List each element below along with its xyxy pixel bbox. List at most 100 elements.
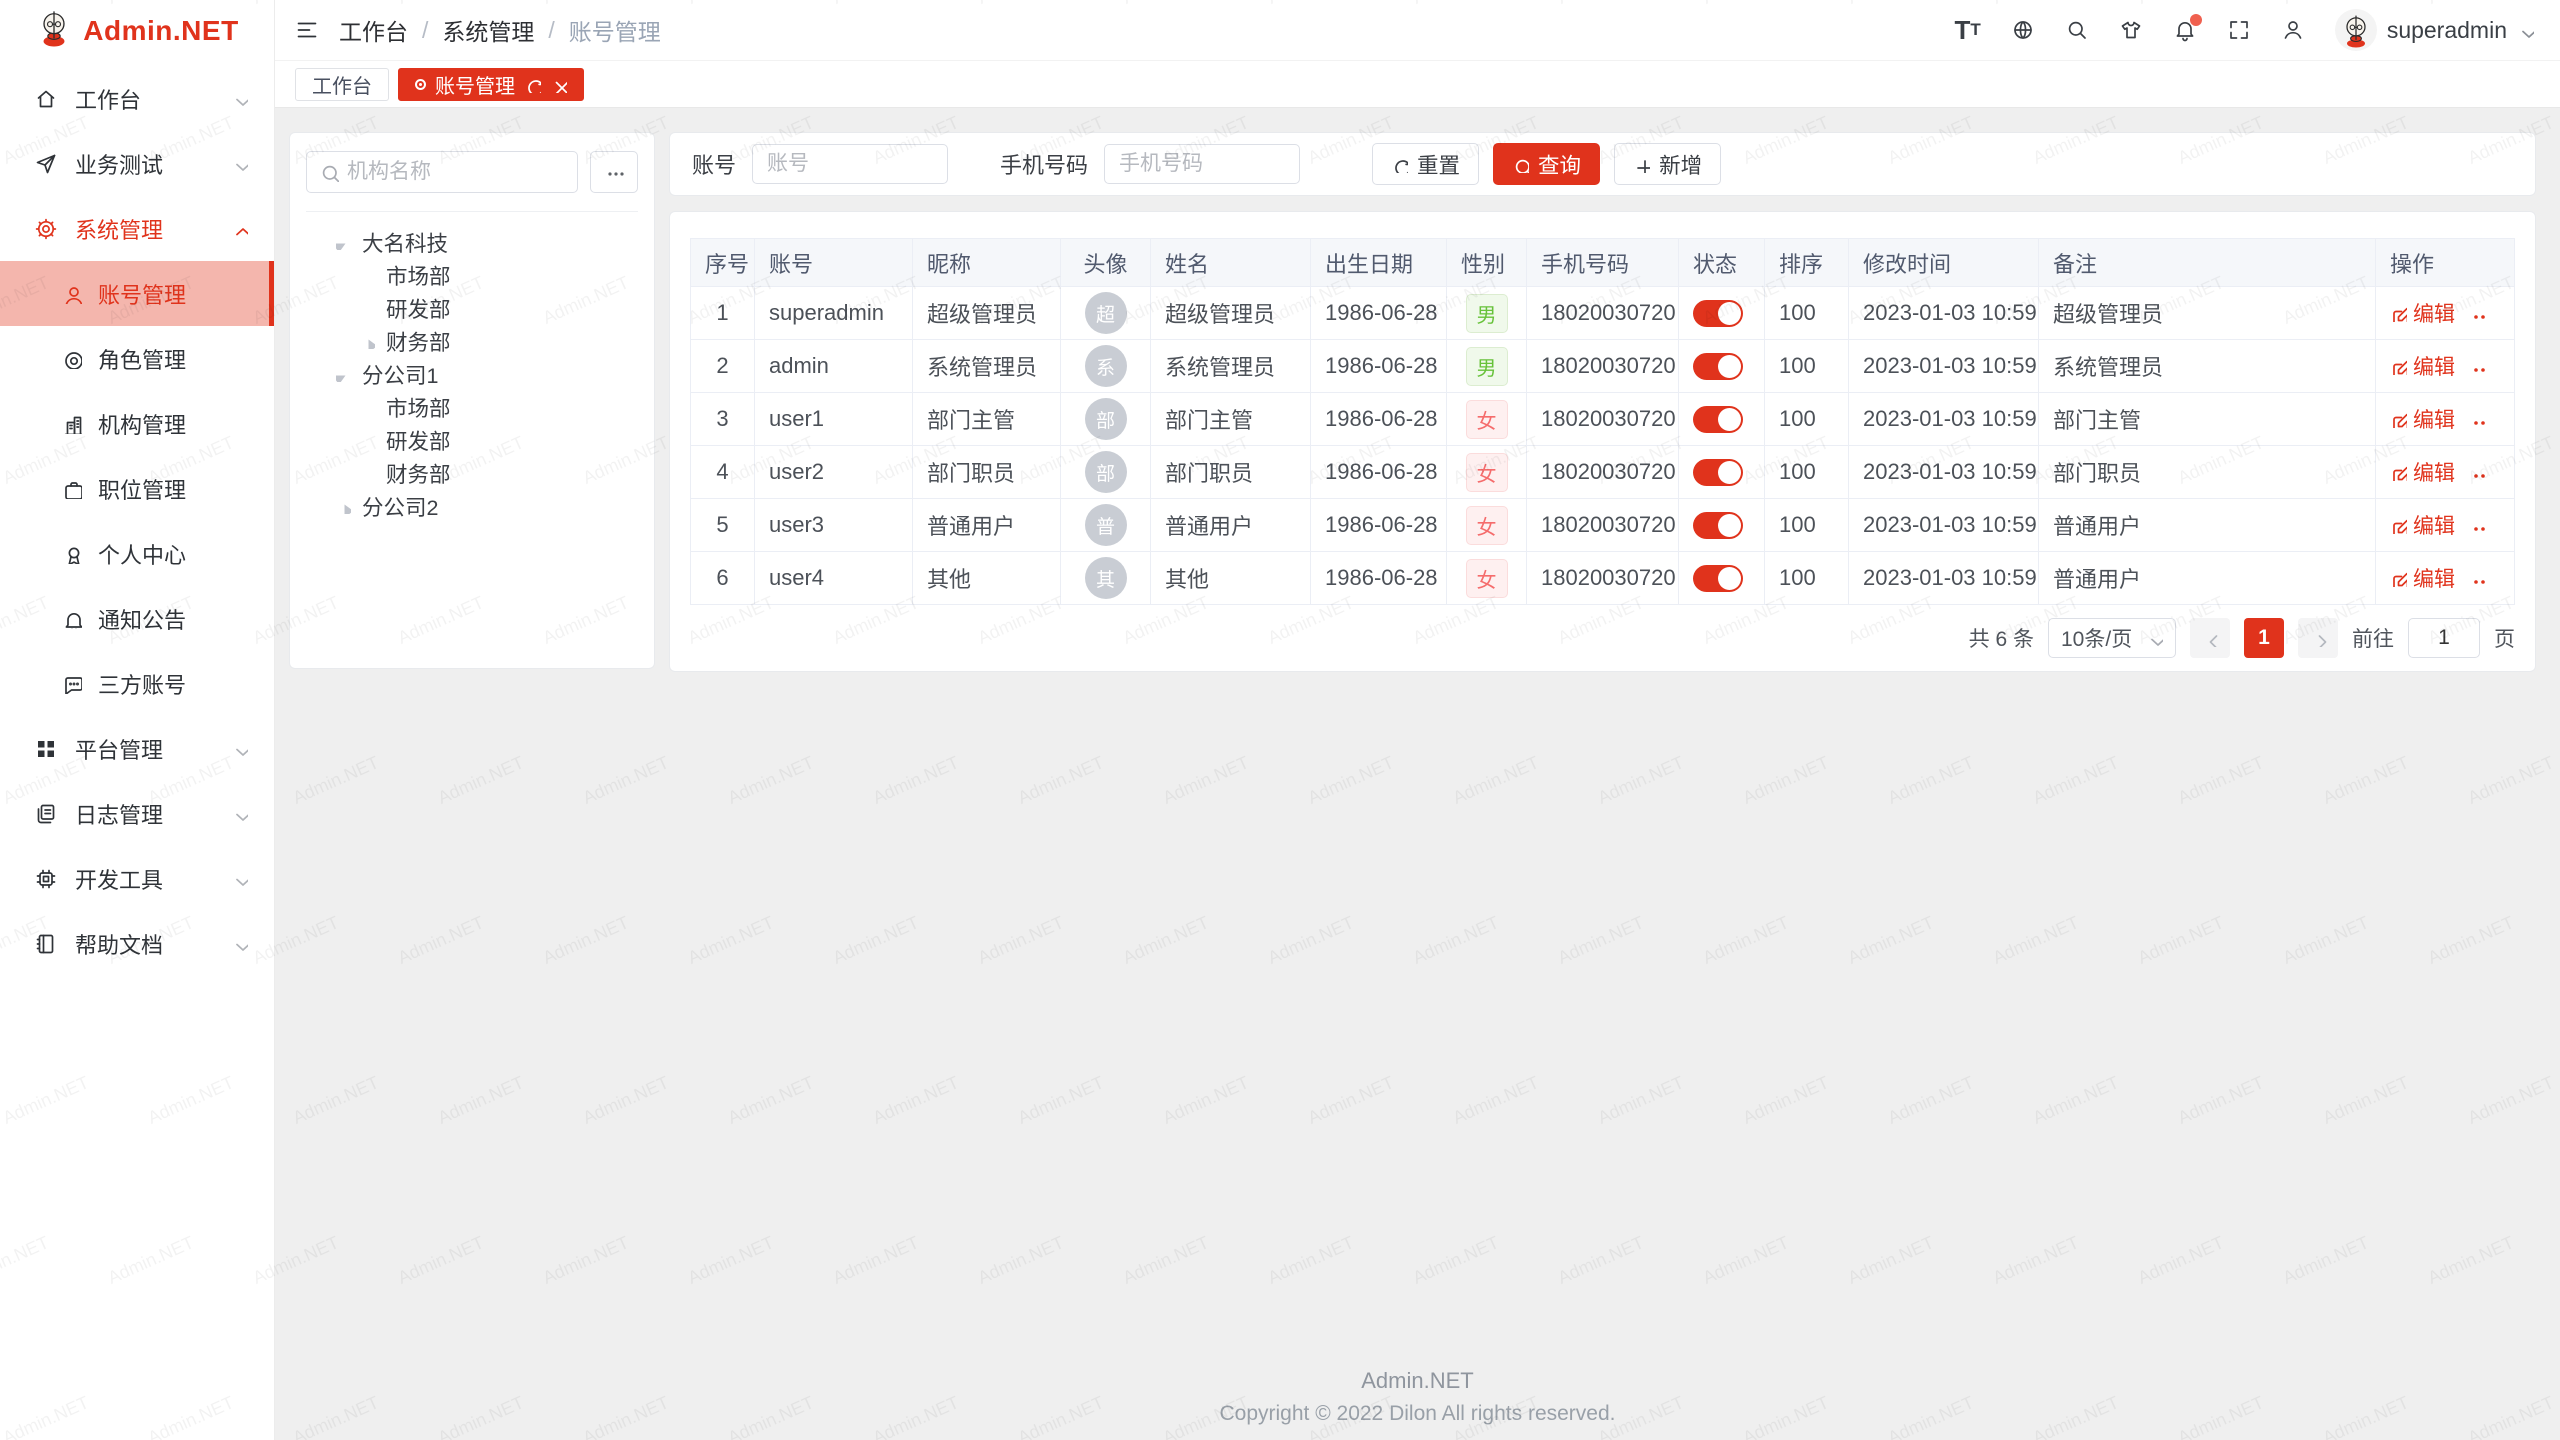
book-icon: [34, 932, 58, 956]
status-toggle[interactable]: [1693, 300, 1743, 327]
notification-badge: [2190, 14, 2202, 26]
breadcrumb-item[interactable]: 系统管理: [442, 13, 534, 47]
cell-nickname: 部门主管: [913, 393, 1061, 446]
fullscreen-icon[interactable]: [2227, 18, 2251, 42]
search-icon[interactable]: [2065, 18, 2089, 42]
cell-modified-time: 2023-01-03 10:59:44: [1849, 499, 2039, 552]
more-actions-button[interactable]: [2471, 411, 2488, 428]
status-toggle[interactable]: [1693, 565, 1743, 592]
caret-expanded-icon[interactable]: [336, 235, 362, 250]
edit-button[interactable]: 编辑: [2390, 351, 2455, 381]
edit-button[interactable]: 编辑: [2390, 457, 2455, 487]
org-more-button[interactable]: [590, 151, 638, 193]
cell-nickname: 系统管理员: [913, 340, 1061, 393]
user-avatar: [2335, 9, 2377, 51]
edit-icon: [2390, 517, 2407, 534]
sidebar-item-workbench[interactable]: 工作台: [0, 66, 274, 131]
breadcrumb-item[interactable]: 工作台: [339, 13, 408, 47]
tree-node[interactable]: 市场部: [306, 391, 638, 424]
sidebar-item-role-management[interactable]: 角色管理: [0, 326, 274, 391]
add-button[interactable]: 新增: [1614, 143, 1721, 185]
sidebar-item-org-management[interactable]: 机构管理: [0, 391, 274, 456]
edit-icon: [2390, 411, 2407, 428]
goto-page-input[interactable]: [2408, 618, 2480, 658]
more-actions-button[interactable]: [2471, 570, 2488, 587]
sidebar-item-account-management[interactable]: 账号管理: [0, 261, 274, 326]
sidebar-menu: 工作台 业务测试 系统管理 账号管理 角色管理 机构管理 职位管理: [0, 62, 274, 976]
org-search-input[interactable]: [347, 160, 565, 184]
edit-button[interactable]: 编辑: [2390, 298, 2455, 328]
sidebar-item-platform-management[interactable]: 平台管理: [0, 716, 274, 781]
tree-node[interactable]: 分公司2: [306, 490, 638, 523]
sidebar-item-third-party-account[interactable]: 三方账号: [0, 651, 274, 716]
header-toolbar: TT superadmin: [1955, 9, 2534, 51]
breadcrumb-separator: /: [422, 17, 428, 44]
notification-bell-icon[interactable]: [2173, 18, 2197, 42]
sidebar-item-profile-center[interactable]: 个人中心: [0, 521, 274, 586]
caret-expanded-icon[interactable]: [336, 367, 362, 382]
sidebar-item-help-docs[interactable]: 帮助文档: [0, 911, 274, 976]
sidebar-item-dev-tools[interactable]: 开发工具: [0, 846, 274, 911]
status-toggle[interactable]: [1693, 459, 1743, 486]
plus-icon: [1633, 156, 1650, 173]
sidebar-item-notice[interactable]: 通知公告: [0, 586, 274, 651]
cell-remark: 超级管理员: [2039, 287, 2376, 340]
cell-birthdate: 1986-06-28: [1311, 287, 1447, 340]
cell-index: 6: [691, 552, 755, 605]
tree-node[interactable]: 研发部: [306, 424, 638, 457]
gender-tag: 男: [1466, 294, 1508, 333]
tree-node[interactable]: 财务部: [306, 457, 638, 490]
theme-shirt-icon[interactable]: [2119, 18, 2143, 42]
more-actions-button[interactable]: [2471, 358, 2488, 375]
tab-refresh-icon[interactable]: [524, 76, 541, 93]
tab-workbench[interactable]: 工作台: [295, 68, 389, 101]
cell-remark: 系统管理员: [2039, 340, 2376, 393]
cell-modified-time: 2023-01-03 10:59:44: [1849, 552, 2039, 605]
more-actions-button[interactable]: [2471, 305, 2488, 322]
cell-index: 4: [691, 446, 755, 499]
profile-icon[interactable]: [2281, 18, 2305, 42]
edit-button[interactable]: 编辑: [2390, 510, 2455, 540]
table-row: 4user2部门职员部部门职员1986-06-28女18020030720100…: [691, 446, 2515, 499]
prev-page-button[interactable]: [2190, 618, 2230, 658]
status-toggle[interactable]: [1693, 512, 1743, 539]
language-icon[interactable]: [2011, 18, 2035, 42]
sidebar-item-system-management[interactable]: 系统管理: [0, 196, 274, 261]
phone-filter-input[interactable]: [1104, 144, 1300, 184]
menu-fold-icon[interactable]: [295, 18, 319, 42]
top-bar: 工作台 / 系统管理 / 账号管理 TT sup: [275, 0, 2560, 61]
search-icon: [1512, 156, 1529, 173]
cpu-icon: [34, 867, 58, 891]
account-filter-input[interactable]: [752, 144, 948, 184]
font-size-icon[interactable]: TT: [1955, 15, 1981, 46]
status-toggle[interactable]: [1693, 353, 1743, 380]
tab-account-management[interactable]: 账号管理: [398, 68, 584, 101]
tree-node[interactable]: 分公司1: [306, 358, 638, 391]
more-actions-button[interactable]: [2471, 464, 2488, 481]
more-actions-button[interactable]: [2471, 517, 2488, 534]
sidebar-item-position-management[interactable]: 职位管理: [0, 456, 274, 521]
tab-close-icon[interactable]: [550, 76, 567, 93]
sidebar-item-log-management[interactable]: 日志管理: [0, 781, 274, 846]
gender-tag: 男: [1466, 347, 1508, 386]
edit-button[interactable]: 编辑: [2390, 563, 2455, 593]
sidebar-item-business-test[interactable]: 业务测试: [0, 131, 274, 196]
caret-collapsed-icon[interactable]: [360, 334, 386, 349]
app-logo[interactable]: Admin.NET: [0, 0, 274, 62]
user-menu[interactable]: superadmin: [2335, 9, 2534, 51]
cell-phone: 18020030720: [1527, 499, 1679, 552]
page-1-button[interactable]: 1: [2244, 618, 2284, 658]
tree-node[interactable]: 市场部: [306, 259, 638, 292]
office-building-icon: [62, 414, 82, 434]
page-size-select[interactable]: 10条/页: [2048, 618, 2176, 658]
tree-node[interactable]: 财务部: [306, 325, 638, 358]
status-toggle[interactable]: [1693, 406, 1743, 433]
next-page-button[interactable]: [2298, 618, 2338, 658]
reset-button[interactable]: 重置: [1372, 143, 1479, 185]
tree-node[interactable]: 大名科技: [306, 226, 638, 259]
tree-node[interactable]: 研发部: [306, 292, 638, 325]
column-header: 姓名: [1151, 239, 1311, 287]
query-button[interactable]: 查询: [1493, 143, 1600, 185]
caret-collapsed-icon[interactable]: [336, 499, 362, 514]
edit-button[interactable]: 编辑: [2390, 404, 2455, 434]
